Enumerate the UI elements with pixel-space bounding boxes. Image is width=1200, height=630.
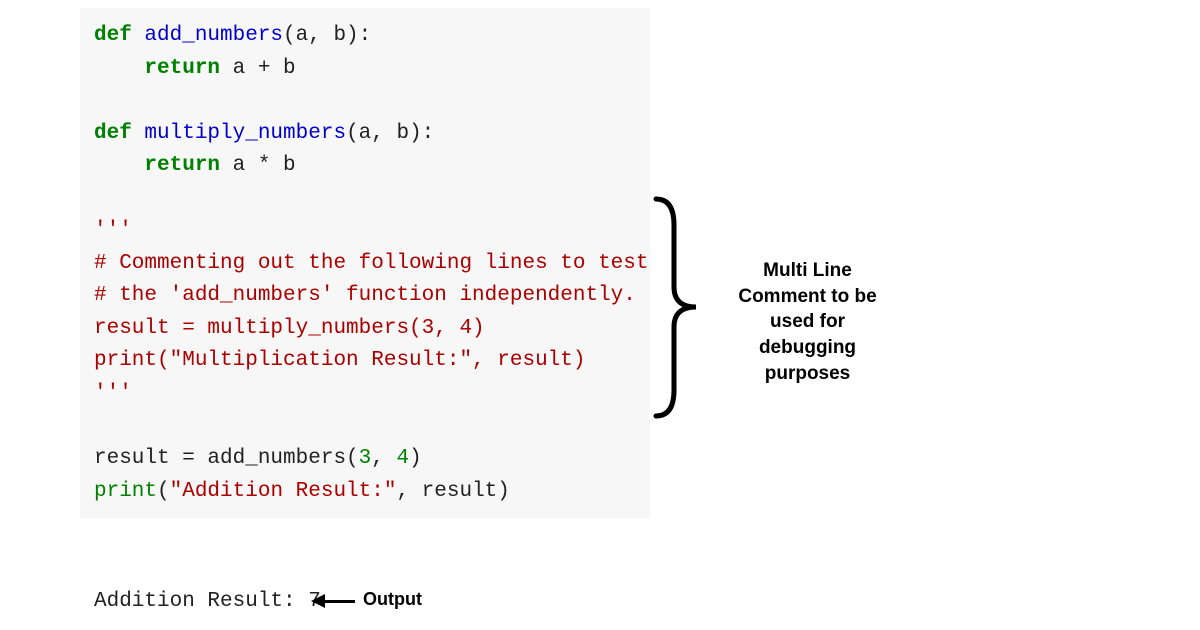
annotation-label: Multi Line Comment to be used for debugg… <box>720 258 895 386</box>
output-text: Addition Result: 7 <box>94 590 321 613</box>
output-label: Output <box>363 589 422 610</box>
arrow-left-icon <box>313 600 355 602</box>
curly-brace-icon <box>652 195 700 420</box>
code-block: def add_numbers(a, b): return a + b def … <box>80 8 650 518</box>
